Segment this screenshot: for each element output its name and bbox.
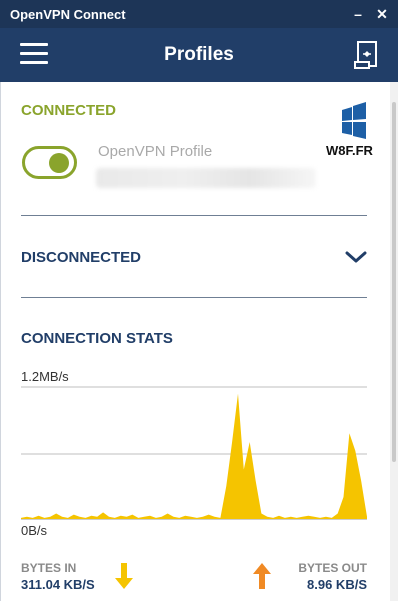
hamburger-menu-icon[interactable] xyxy=(20,43,48,67)
bytes-in-label: BYTES IN xyxy=(21,561,77,575)
bytes-out-value: 8.96 KB/S xyxy=(307,577,367,592)
watermark-text: W8F.FR xyxy=(326,143,374,158)
divider xyxy=(21,297,367,298)
arrow-down-icon xyxy=(115,563,133,589)
page-title: Profiles xyxy=(164,44,234,65)
arrow-up-icon xyxy=(253,563,271,589)
chevron-down-icon[interactable] xyxy=(344,248,368,266)
blurred-server-address xyxy=(96,168,316,188)
traffic-area-series xyxy=(21,393,367,519)
toggle-knob xyxy=(49,153,69,173)
scrollbar-thumb[interactable] xyxy=(392,102,396,462)
profile-name[interactable]: OpenVPN Profile xyxy=(98,143,212,160)
close-button[interactable]: ✕ xyxy=(372,4,392,24)
windows-logo-icon xyxy=(342,102,366,139)
scrollbar[interactable] xyxy=(390,82,398,601)
graph-min-label: 0B/s xyxy=(21,523,48,538)
window-title: OpenVPN Connect xyxy=(10,6,126,22)
window-titlebar: OpenVPN Connect – ✕ xyxy=(0,0,398,28)
import-profile-icon[interactable] xyxy=(354,40,380,70)
graph-max-label: 1.2MB/s xyxy=(21,369,69,384)
disconnected-status-label[interactable]: DISCONNECTED xyxy=(21,249,141,266)
w8f-watermark-logo: W8F.FR xyxy=(326,102,374,158)
bytes-in-value: 311.04 KB/S xyxy=(21,577,95,592)
connection-stats-title: CONNECTION STATS xyxy=(21,330,173,347)
minimize-button[interactable]: – xyxy=(348,4,368,24)
traffic-graph xyxy=(21,386,367,520)
connected-status-label: CONNECTED xyxy=(21,102,117,119)
bytes-out-label: BYTES OUT xyxy=(298,561,367,575)
connection-toggle[interactable] xyxy=(22,146,77,179)
app-header: Profiles xyxy=(0,28,398,82)
divider xyxy=(21,215,367,216)
